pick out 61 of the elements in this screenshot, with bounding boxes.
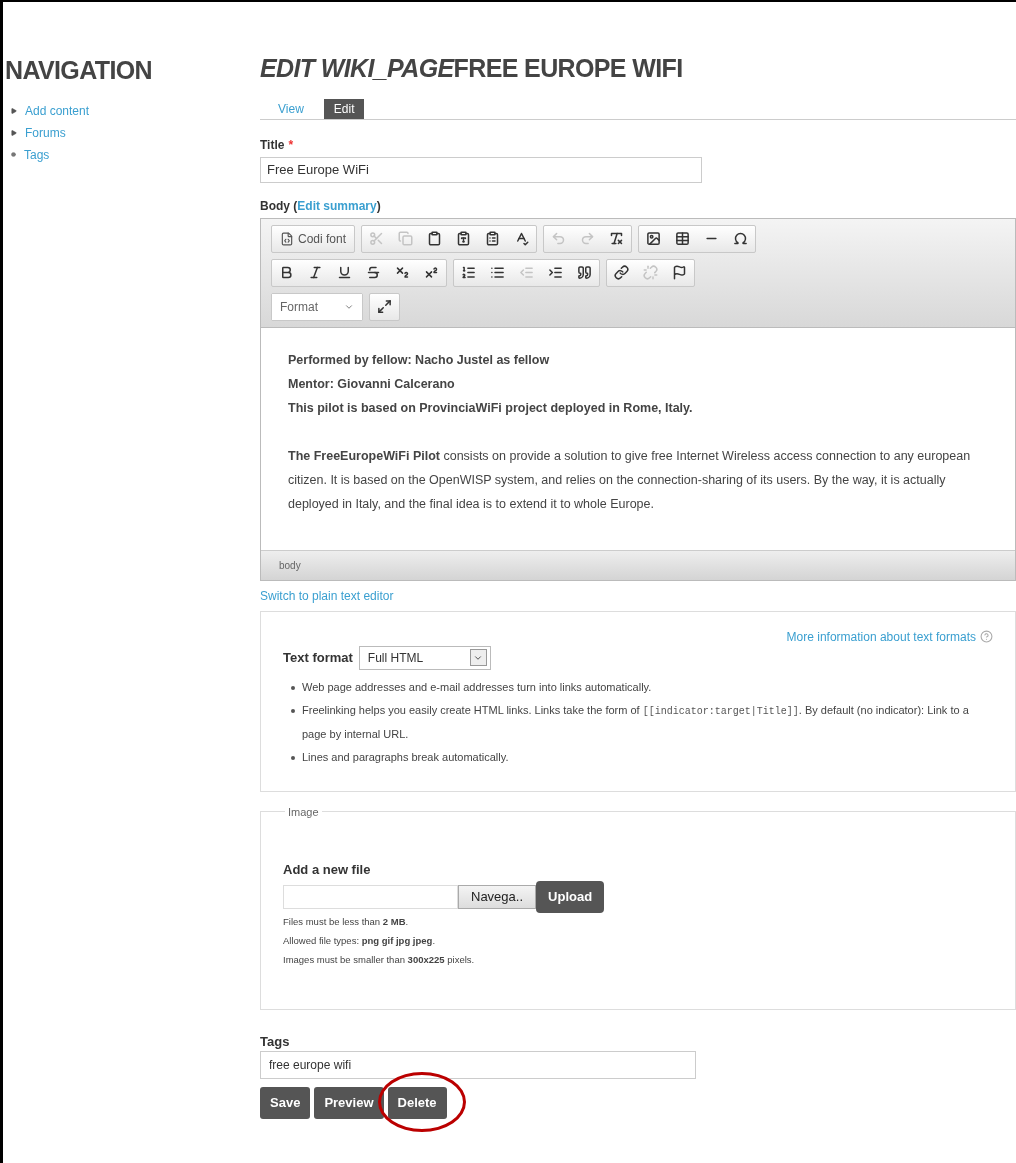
field-label: Body (Edit summary) bbox=[260, 197, 382, 215]
quote-icon bbox=[577, 265, 592, 280]
file-hint: Images must be smaller than 300x225 pixels. bbox=[283, 953, 476, 967]
file-hint: Files must be less than 2 MB. bbox=[283, 914, 410, 929]
bold-icon bbox=[279, 265, 294, 280]
source-button[interactable]: Codi font bbox=[272, 225, 355, 252]
format-dropdown[interactable]: Format bbox=[272, 293, 362, 320]
action-button[interactable]: Delete bbox=[387, 1087, 447, 1119]
action-button[interactable]: Save bbox=[260, 1087, 311, 1119]
action-button[interactable]: Preview bbox=[314, 1087, 384, 1119]
undo-icon bbox=[551, 231, 567, 246]
omega-icon bbox=[733, 231, 749, 246]
strikethrough-icon bbox=[366, 265, 381, 280]
redo-icon bbox=[580, 231, 596, 246]
flag-icon bbox=[672, 265, 687, 280]
paragraph: The FreeEuropeWiFi Pilot consists on provide a solution to give free Internet Wireless access connection to any european citizen. It is based on the OpenWISP system, and relies on the connection-sharing of its users. By the way, it is actually deployed in Italy, and the final idea is to extend it to whole Europe. bbox=[288, 447, 972, 513]
paste-text-icon bbox=[456, 231, 472, 246]
text-format-select[interactable]: Full HTML bbox=[358, 645, 491, 670]
upload-button[interactable]: Upload bbox=[536, 880, 605, 913]
paste-word-icon bbox=[485, 231, 501, 246]
help-icon bbox=[980, 630, 993, 643]
sidebar-title: NAVIGATION bbox=[5, 55, 153, 86]
underline-icon bbox=[337, 265, 352, 280]
field-label: Tags bbox=[260, 1032, 291, 1051]
indent-icon bbox=[548, 265, 563, 280]
paragraph: Mentor: Giovanni Calcerano bbox=[288, 375, 456, 393]
file-hint: Allowed file types: png gif jpg jpeg. bbox=[283, 933, 437, 948]
outdent-icon bbox=[519, 265, 534, 280]
image-icon bbox=[646, 231, 662, 246]
maximize-icon bbox=[377, 299, 392, 314]
fieldset-legend: Image bbox=[285, 803, 322, 820]
link-icon bbox=[614, 265, 629, 280]
page-title: EDIT WIKI_PAGEFREE EUROPE WIFI bbox=[260, 53, 684, 84]
format-tip: Freelinking helps you easily create HTML links. Links take the form of [[indicator:target|Title]]. By default (no indicator): Link to a page by internal URL. bbox=[302, 702, 970, 742]
field-label: Add a new file bbox=[283, 861, 372, 879]
element-path: body bbox=[279, 558, 301, 573]
cut-icon bbox=[369, 231, 385, 246]
bullet-list-icon bbox=[490, 265, 505, 280]
superscript-icon bbox=[424, 265, 439, 280]
numbered-list-icon bbox=[461, 265, 476, 280]
field-label: Title bbox=[260, 136, 285, 154]
subscript-icon bbox=[395, 265, 410, 280]
copy-icon bbox=[398, 231, 414, 246]
file-path-field[interactable] bbox=[283, 884, 458, 909]
paragraph: Performed by fellow: Nacho Justel as fellow bbox=[288, 351, 551, 369]
required-mark: * bbox=[288, 136, 294, 154]
format-tip: Web page addresses and e-mail addresses turn into links automatically. bbox=[302, 679, 652, 695]
italic-icon bbox=[308, 265, 323, 280]
paste-icon bbox=[427, 231, 443, 246]
field-label: Text format bbox=[283, 648, 353, 667]
source-icon bbox=[280, 231, 294, 246]
clear-format-icon bbox=[609, 231, 625, 246]
table-icon bbox=[675, 231, 691, 246]
format-tip: Lines and paragraphs break automatically. bbox=[302, 749, 509, 765]
title-input[interactable]: Free Europe WiFi bbox=[260, 156, 702, 183]
browse-button[interactable]: Navega.. bbox=[458, 884, 537, 909]
tab[interactable]: Edit bbox=[323, 98, 365, 119]
tags-input[interactable]: free europe wifi bbox=[260, 1051, 696, 1079]
paragraph: This pilot is based on ProvinciaWiFi project deployed in Rome, Italy. bbox=[288, 399, 694, 417]
spellcheck-icon bbox=[514, 231, 530, 246]
unlink-icon bbox=[643, 265, 658, 280]
